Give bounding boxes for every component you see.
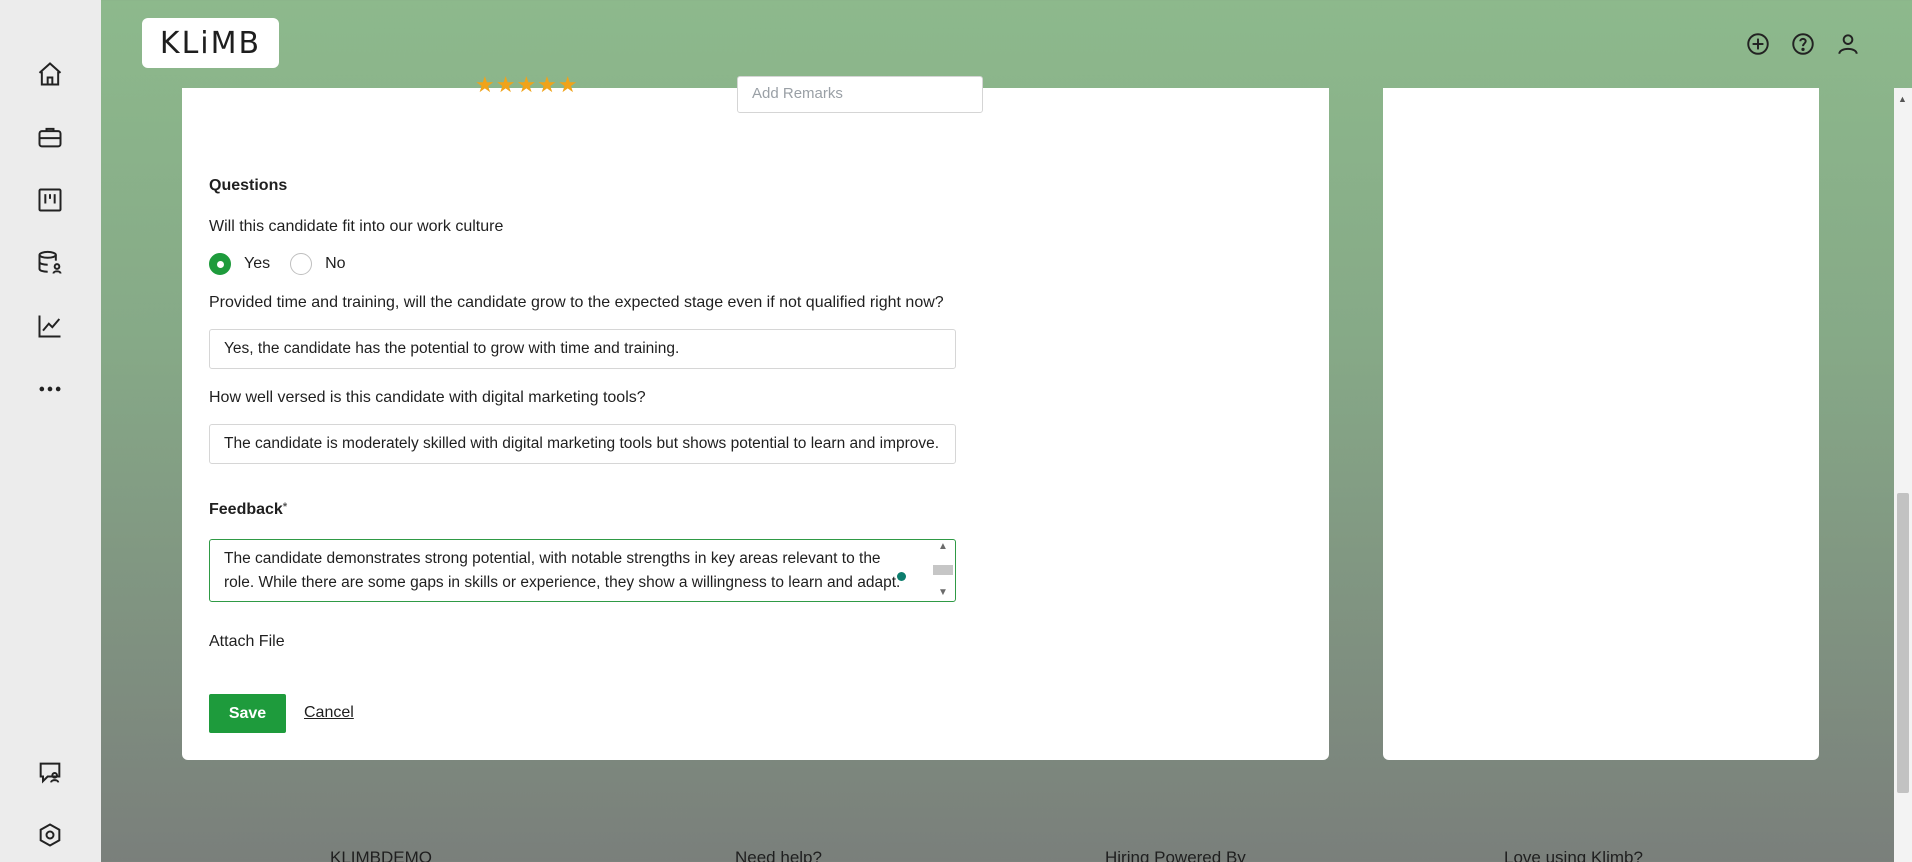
question-marketing-label: How well versed is this candidate with d… (209, 389, 646, 406)
feedback-label: Feedback* (209, 501, 287, 519)
database-user-icon[interactable] (34, 247, 66, 279)
feedback-label-text: Feedback (209, 501, 283, 518)
kanban-icon[interactable] (34, 184, 66, 216)
add-circle-icon[interactable] (1744, 30, 1772, 58)
settings-hex-icon[interactable] (34, 819, 66, 851)
grammar-indicator-icon[interactable] (897, 572, 906, 581)
radio-no-label: No (325, 255, 346, 272)
side-panel (1383, 88, 1819, 760)
help-circle-icon[interactable] (1789, 30, 1817, 58)
remarks-input[interactable]: Add Remarks (737, 76, 983, 113)
required-mark: * (282, 501, 288, 513)
save-button[interactable]: Save (209, 694, 286, 733)
feedback-text: The candidate demonstrates strong potent… (224, 550, 901, 591)
marketing-answer-input[interactable]: The candidate is moderately skilled with… (209, 424, 956, 464)
analytics-icon[interactable] (34, 310, 66, 342)
attach-file-link[interactable]: Attach File (209, 633, 285, 651)
footer-help[interactable]: Need help? (735, 848, 822, 862)
klimb-logo[interactable]: KLiMB (142, 18, 279, 68)
page-scroll-up-icon[interactable]: ▲ (1898, 94, 1907, 104)
radio-yes-label: Yes (244, 255, 271, 272)
footer-powered-by: Hiring Powered By (1105, 848, 1246, 862)
footer-company: KLIMBDEMO (330, 848, 433, 862)
interview-feedback-form: ★★★★★ Add Remarks Questions Will this ca… (182, 74, 1329, 760)
scroll-thumb[interactable] (933, 565, 953, 575)
sidebar (0, 0, 101, 862)
home-icon[interactable] (34, 58, 66, 90)
radio-yes[interactable] (209, 253, 231, 275)
feedback-textarea[interactable]: The candidate demonstrates strong potent… (209, 539, 956, 602)
question-growth-label: Provided time and training, will the can… (209, 294, 944, 311)
more-icon[interactable] (34, 373, 66, 405)
star-rating[interactable]: ★★★★★ (475, 74, 579, 96)
user-icon[interactable] (1834, 30, 1862, 58)
scroll-up-icon[interactable]: ▲ (938, 541, 948, 553)
radio-no[interactable] (290, 253, 313, 275)
feedback-scrollbar[interactable]: ▲ ▼ (932, 541, 954, 599)
questions-title: Questions (209, 177, 288, 194)
scroll-down-icon[interactable]: ▼ (938, 587, 948, 599)
page-scrollbar[interactable]: ▲ (1894, 88, 1912, 862)
chat-user-icon[interactable] (34, 757, 66, 789)
culture-radio-group: Yes No (209, 253, 366, 275)
question-culture-label: Will this candidate fit into our work cu… (209, 218, 504, 235)
cancel-button[interactable]: Cancel (304, 704, 354, 722)
footer-love: Love using Klimb? (1504, 848, 1643, 862)
briefcase-icon[interactable] (34, 121, 66, 153)
page-scroll-thumb[interactable] (1897, 493, 1909, 793)
growth-answer-input[interactable]: Yes, the candidate has the potential to … (209, 329, 956, 369)
logo-text: KLiMB (159, 25, 262, 61)
